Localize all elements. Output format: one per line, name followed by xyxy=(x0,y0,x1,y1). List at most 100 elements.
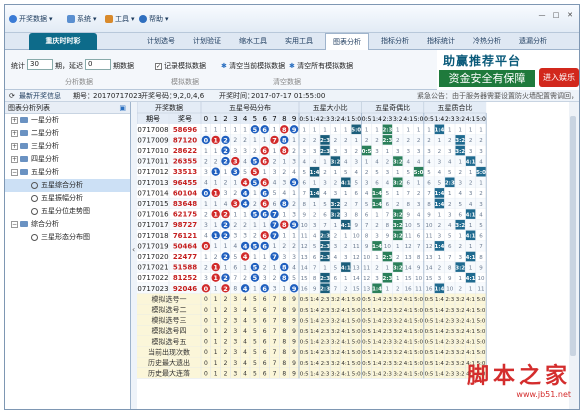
sidebar-item-8[interactable]: − 综合分析 xyxy=(5,218,130,231)
menu-help[interactable]: 帮助 ▾ xyxy=(139,14,169,24)
expand-icon[interactable]: + xyxy=(11,116,18,124)
tab-utility-tools[interactable]: 实用工具 xyxy=(279,33,319,50)
sim-cell: 9 xyxy=(292,317,296,324)
ratio-omission: 4 xyxy=(479,212,483,218)
ratio-omission: 7 xyxy=(354,202,358,208)
tab-omission[interactable]: 遗漏分析 xyxy=(513,33,553,50)
sim-ratio-cell: 5:0 xyxy=(352,371,361,377)
ratio-hit-label: 3:2 xyxy=(455,223,465,229)
drawn-digit-label: 1 xyxy=(213,274,218,282)
drawn-digit-label: 5 xyxy=(253,168,258,176)
sidebar-item-1[interactable]: + 二星分析 xyxy=(5,127,130,140)
ratio-omission: 15 xyxy=(353,287,360,293)
omission-count: 1 xyxy=(253,286,257,293)
sidebar-item-6[interactable]: 五星振幅分析 xyxy=(5,192,130,205)
menu-system[interactable]: 系统 ▾ xyxy=(67,14,97,24)
ratio-omission: 1 xyxy=(448,191,452,197)
sim-cell: 3 xyxy=(233,339,237,346)
ratio-omission: 2 xyxy=(354,149,358,155)
tab-indicator-analysis[interactable]: 指标分析 xyxy=(375,33,415,50)
ratio-omission: 2 xyxy=(417,191,421,197)
sim-cell: 9 xyxy=(292,349,296,356)
omission-count: 3 xyxy=(204,222,208,229)
sim-ratio-cell: 5:0 xyxy=(352,350,361,356)
clear-all-button[interactable]: ✱ 清空所有模拟数据 xyxy=(289,61,353,71)
sim-cell: 7 xyxy=(273,317,277,324)
ratio-omission: 3 xyxy=(438,159,442,165)
ratio-omission: 1 xyxy=(313,128,317,134)
omission-count: 5 xyxy=(292,275,296,282)
ratio-omission: 3 xyxy=(334,191,338,197)
sidebar-item-0[interactable]: + 一星分析 xyxy=(5,114,130,127)
record-sim-checkbox[interactable]: ✓ 记录模拟数据 xyxy=(155,61,206,71)
ratio-omission: 4 xyxy=(302,159,306,165)
sim-cell: 5 xyxy=(253,317,257,324)
sidebar-item-4[interactable]: − 五星分析 xyxy=(5,166,130,179)
expand-icon[interactable]: + xyxy=(11,142,18,150)
sim-ratio-cell: 3:2 xyxy=(393,329,402,335)
sim-cell: 2 xyxy=(224,349,228,356)
ratio-omission: 5 xyxy=(448,170,452,176)
ratio-omission: 3 xyxy=(417,149,421,155)
sim-ratio-cell: 4:1 xyxy=(404,308,413,314)
row-number: 50464 xyxy=(173,242,197,250)
collapse-icon[interactable]: − xyxy=(11,168,18,176)
checkbox-checked[interactable]: ✓ xyxy=(155,62,162,70)
chart-icon xyxy=(31,207,38,215)
close-button[interactable]: ✕ xyxy=(563,10,577,20)
omission-count: 2 xyxy=(214,254,218,261)
expand-icon[interactable]: + xyxy=(11,155,18,163)
sim-ratio-cell: 4:1 xyxy=(341,371,350,377)
delay-input[interactable]: 0 xyxy=(85,59,111,70)
tab-hot-cold[interactable]: 冷热分析 xyxy=(467,33,507,50)
tab-indicator-stats[interactable]: 指标统计 xyxy=(421,33,461,50)
tab-plan-verify[interactable]: 计划验证 xyxy=(187,33,227,50)
sim-cell: 1 xyxy=(214,349,218,356)
menu-lottery[interactable]: 开奖数据 ▾ xyxy=(9,14,53,24)
tab-shrink-tools[interactable]: 缩水工具 xyxy=(233,33,273,50)
sim-ratio-cell: 5:0 xyxy=(352,340,361,346)
drawn-digit-label: 7 xyxy=(272,211,277,219)
omission-count: 3 xyxy=(204,169,208,176)
ad-banner[interactable]: 助赢推荐平台 资金安全有保障 进入娱乐 xyxy=(437,50,579,90)
ad-enter-button[interactable]: 进入娱乐 xyxy=(539,68,579,87)
ratio-omission: 9 xyxy=(302,212,306,218)
sim-ratio-cell: 3:2 xyxy=(456,329,465,335)
sim-ratio-cell: 5:0 xyxy=(414,308,423,314)
ratio-omission: 6 xyxy=(417,234,421,240)
maximize-button[interactable]: □ xyxy=(549,10,563,20)
omission-count: 1 xyxy=(224,169,228,176)
ratio-omission: 8 xyxy=(386,223,390,229)
ratio-omission: 4 xyxy=(469,202,473,208)
sidebar-item-5[interactable]: 五星综合分析 xyxy=(5,179,130,192)
scrollbar-thumb[interactable] xyxy=(570,116,576,356)
sim-ratio-cell: 3:2 xyxy=(331,371,340,377)
ratio-omission: 6 xyxy=(323,212,327,218)
expand-icon[interactable]: + xyxy=(11,129,18,137)
sim-ratio-cell: 4:1 xyxy=(341,318,350,324)
ratio-omission: 2 xyxy=(302,138,306,144)
sidebar-item-3[interactable]: + 四星分析 xyxy=(5,153,130,166)
drawn-digit-label: 5 xyxy=(253,179,258,187)
collapse-handle[interactable]: ‹ xyxy=(132,245,135,254)
count-input[interactable]: 30 xyxy=(27,59,53,70)
omission-count: 3 xyxy=(233,233,237,240)
collapse-icon[interactable]: − xyxy=(11,220,18,228)
header-ratio: 5:0 xyxy=(476,116,486,123)
ratio-omission: 1 xyxy=(469,223,473,229)
sidebar-item-7[interactable]: 五星分位走势图 xyxy=(5,205,130,218)
tab-chart-analysis[interactable]: 图表分析 xyxy=(325,33,369,50)
sidebar-item-9[interactable]: 三星形态分布图 xyxy=(5,231,130,244)
clear-current-button[interactable]: ✱ 清空当前模拟数据 xyxy=(221,61,285,71)
tab-plan-select[interactable]: 计划选号 xyxy=(141,33,181,50)
minimize-button[interactable]: — xyxy=(535,10,549,20)
omission-count: 2 xyxy=(233,190,237,197)
sim-ratio-cell: 1:4 xyxy=(310,350,319,356)
ratio-omission: 3 xyxy=(469,191,473,197)
sidebar-item-2[interactable]: + 三星分析 xyxy=(5,140,130,153)
menu-tools[interactable]: 工具 ▾ xyxy=(105,14,135,24)
tab-cqssc[interactable]: 重庆时时彩 xyxy=(29,33,97,50)
sim-ratio-cell: 1:4 xyxy=(310,361,319,367)
ratio-omission: 2 xyxy=(438,149,442,155)
ratio-omission: 4 xyxy=(438,170,442,176)
